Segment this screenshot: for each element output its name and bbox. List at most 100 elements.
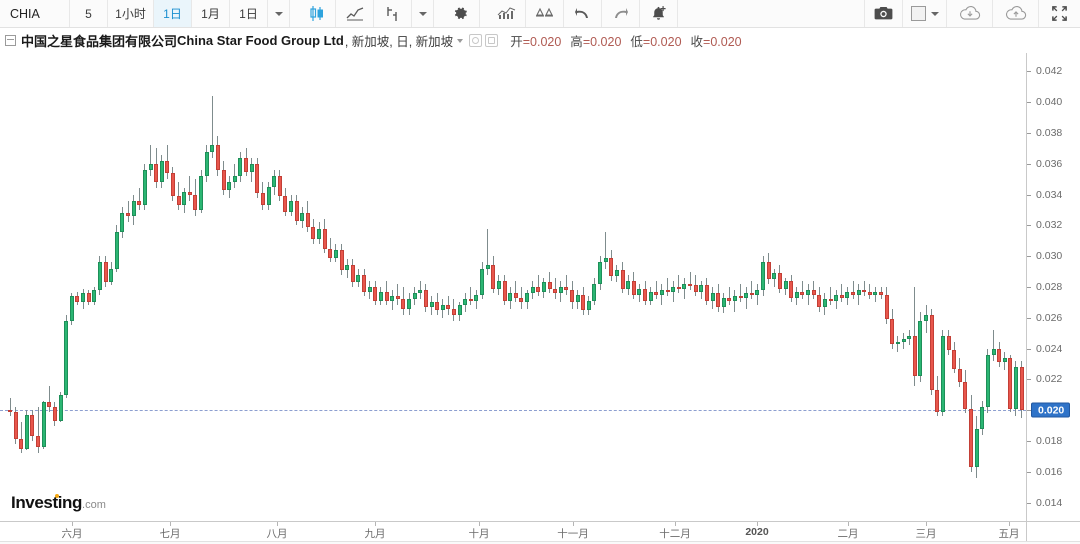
chart-type-dropdown-button[interactable] <box>412 0 434 27</box>
candle <box>159 53 164 521</box>
candle <box>496 53 501 521</box>
candlestick-plot[interactable] <box>0 53 1026 521</box>
color-swatch-button[interactable] <box>902 0 946 27</box>
candle-wick <box>863 280 865 297</box>
candle <box>384 53 389 521</box>
period-tab-1[interactable]: 1小时 <box>108 0 154 27</box>
candle <box>407 53 412 521</box>
time-axis[interactable]: 六月 七月 八月 九月 十月 十一月 十二月 2020 二月 三月 五月 <box>0 521 1080 543</box>
symbol-label[interactable]: CHIA <box>0 0 70 27</box>
candle-body <box>957 368 962 383</box>
candle <box>581 53 586 521</box>
candle-body <box>52 407 57 421</box>
undo-button[interactable] <box>564 0 602 27</box>
candle-body <box>345 265 350 271</box>
collapse-minus-box-icon[interactable] <box>5 35 16 46</box>
candle-body <box>502 280 507 301</box>
candle <box>800 53 805 521</box>
candle <box>86 53 91 521</box>
candle <box>36 53 41 521</box>
candle-body <box>142 170 147 206</box>
ohlc-low-value: 0.020 <box>650 35 682 49</box>
candle-body <box>637 288 642 295</box>
candle-body <box>755 290 760 295</box>
chart-type-bar-button[interactable] <box>374 0 412 27</box>
period-tab-2[interactable]: 1日 <box>154 0 192 27</box>
candle-body <box>761 262 766 291</box>
candle-body <box>789 280 794 298</box>
candle <box>946 53 951 521</box>
candle-body <box>901 339 906 343</box>
cloud-download-icon <box>959 6 980 20</box>
candle <box>289 53 293 521</box>
chart-settings-button[interactable] <box>442 0 480 27</box>
candle-body <box>227 182 232 190</box>
compare-button[interactable] <box>526 0 564 27</box>
ohlc-high-label: 高 <box>570 35 583 49</box>
time-tick-label: 十二月 <box>659 528 691 540</box>
screenshot-button[interactable] <box>864 0 902 27</box>
time-tick-label: 二月 <box>837 528 859 540</box>
ohlc-high-value: 0.020 <box>590 35 622 49</box>
chevron-down-icon <box>930 11 939 16</box>
eye-toggle-icon[interactable] <box>469 34 483 47</box>
candle-body <box>81 293 86 303</box>
redo-button[interactable] <box>602 0 640 27</box>
ohlc-low: 低=0.020 <box>630 35 682 49</box>
candle-body <box>940 336 945 412</box>
candle-body <box>109 268 114 283</box>
candle-body <box>744 293 749 298</box>
candle-body <box>980 407 985 429</box>
chart-type-line-button[interactable] <box>336 0 374 27</box>
square-toggle-icon[interactable] <box>485 34 499 47</box>
upload-chart-button[interactable] <box>992 0 1038 27</box>
toolbar-left-group: CHIA 5 1小时 1日 1月 1日 <box>0 0 678 27</box>
chevron-down-icon <box>418 11 427 16</box>
candle <box>519 53 524 521</box>
period-dropdown-button[interactable] <box>268 0 290 27</box>
logo-dot-icon <box>55 494 59 498</box>
candle <box>862 53 867 521</box>
candle <box>1002 53 1007 521</box>
candle-body <box>564 287 569 291</box>
candle-body <box>362 274 367 292</box>
candle-wick <box>565 274 567 295</box>
candle-body <box>738 296 743 299</box>
ohlc-close-label: 收 <box>690 35 704 49</box>
period-tab-4[interactable]: 1日 <box>230 0 268 27</box>
chart-type-candlestick-button[interactable] <box>298 0 336 27</box>
candle <box>283 53 288 521</box>
chevron-down-icon[interactable] <box>457 38 464 43</box>
fullscreen-button[interactable] <box>1038 0 1080 27</box>
candle <box>41 53 46 521</box>
ohlc-low-label: 低 <box>630 35 643 49</box>
price-axis[interactable]: 0.042 0.040 0.038 0.036 0.034 0.032 0.030 0.028… <box>1026 53 1080 521</box>
candle <box>187 53 192 521</box>
candle-body <box>912 336 917 377</box>
candle-wick <box>605 231 607 269</box>
period-tab-0[interactable]: 5 <box>70 0 108 27</box>
download-chart-button[interactable] <box>946 0 992 27</box>
line-chart-icon <box>346 6 363 20</box>
instrument-info-bar: 中国之星食品集团有限公司 China Star Food Group Ltd, 新… <box>0 28 1080 53</box>
candle <box>401 53 406 521</box>
candle-body <box>828 299 833 302</box>
toolbar-divider-1 <box>290 0 298 27</box>
indicators-button[interactable] <box>488 0 526 27</box>
candle-body <box>845 291 850 298</box>
candle <box>553 53 558 521</box>
candle-body <box>13 411 18 440</box>
candle-body <box>114 231 119 269</box>
candle <box>693 53 698 521</box>
candle-body <box>800 291 805 295</box>
candle <box>772 53 777 521</box>
add-alert-button[interactable] <box>640 0 678 27</box>
candle-body <box>435 302 440 311</box>
candle <box>710 53 715 521</box>
candle <box>350 53 355 521</box>
candle-wick <box>689 271 691 291</box>
candle <box>491 53 496 521</box>
period-tab-3[interactable]: 1月 <box>192 0 230 27</box>
candle-body <box>204 151 209 177</box>
candle <box>154 53 159 521</box>
